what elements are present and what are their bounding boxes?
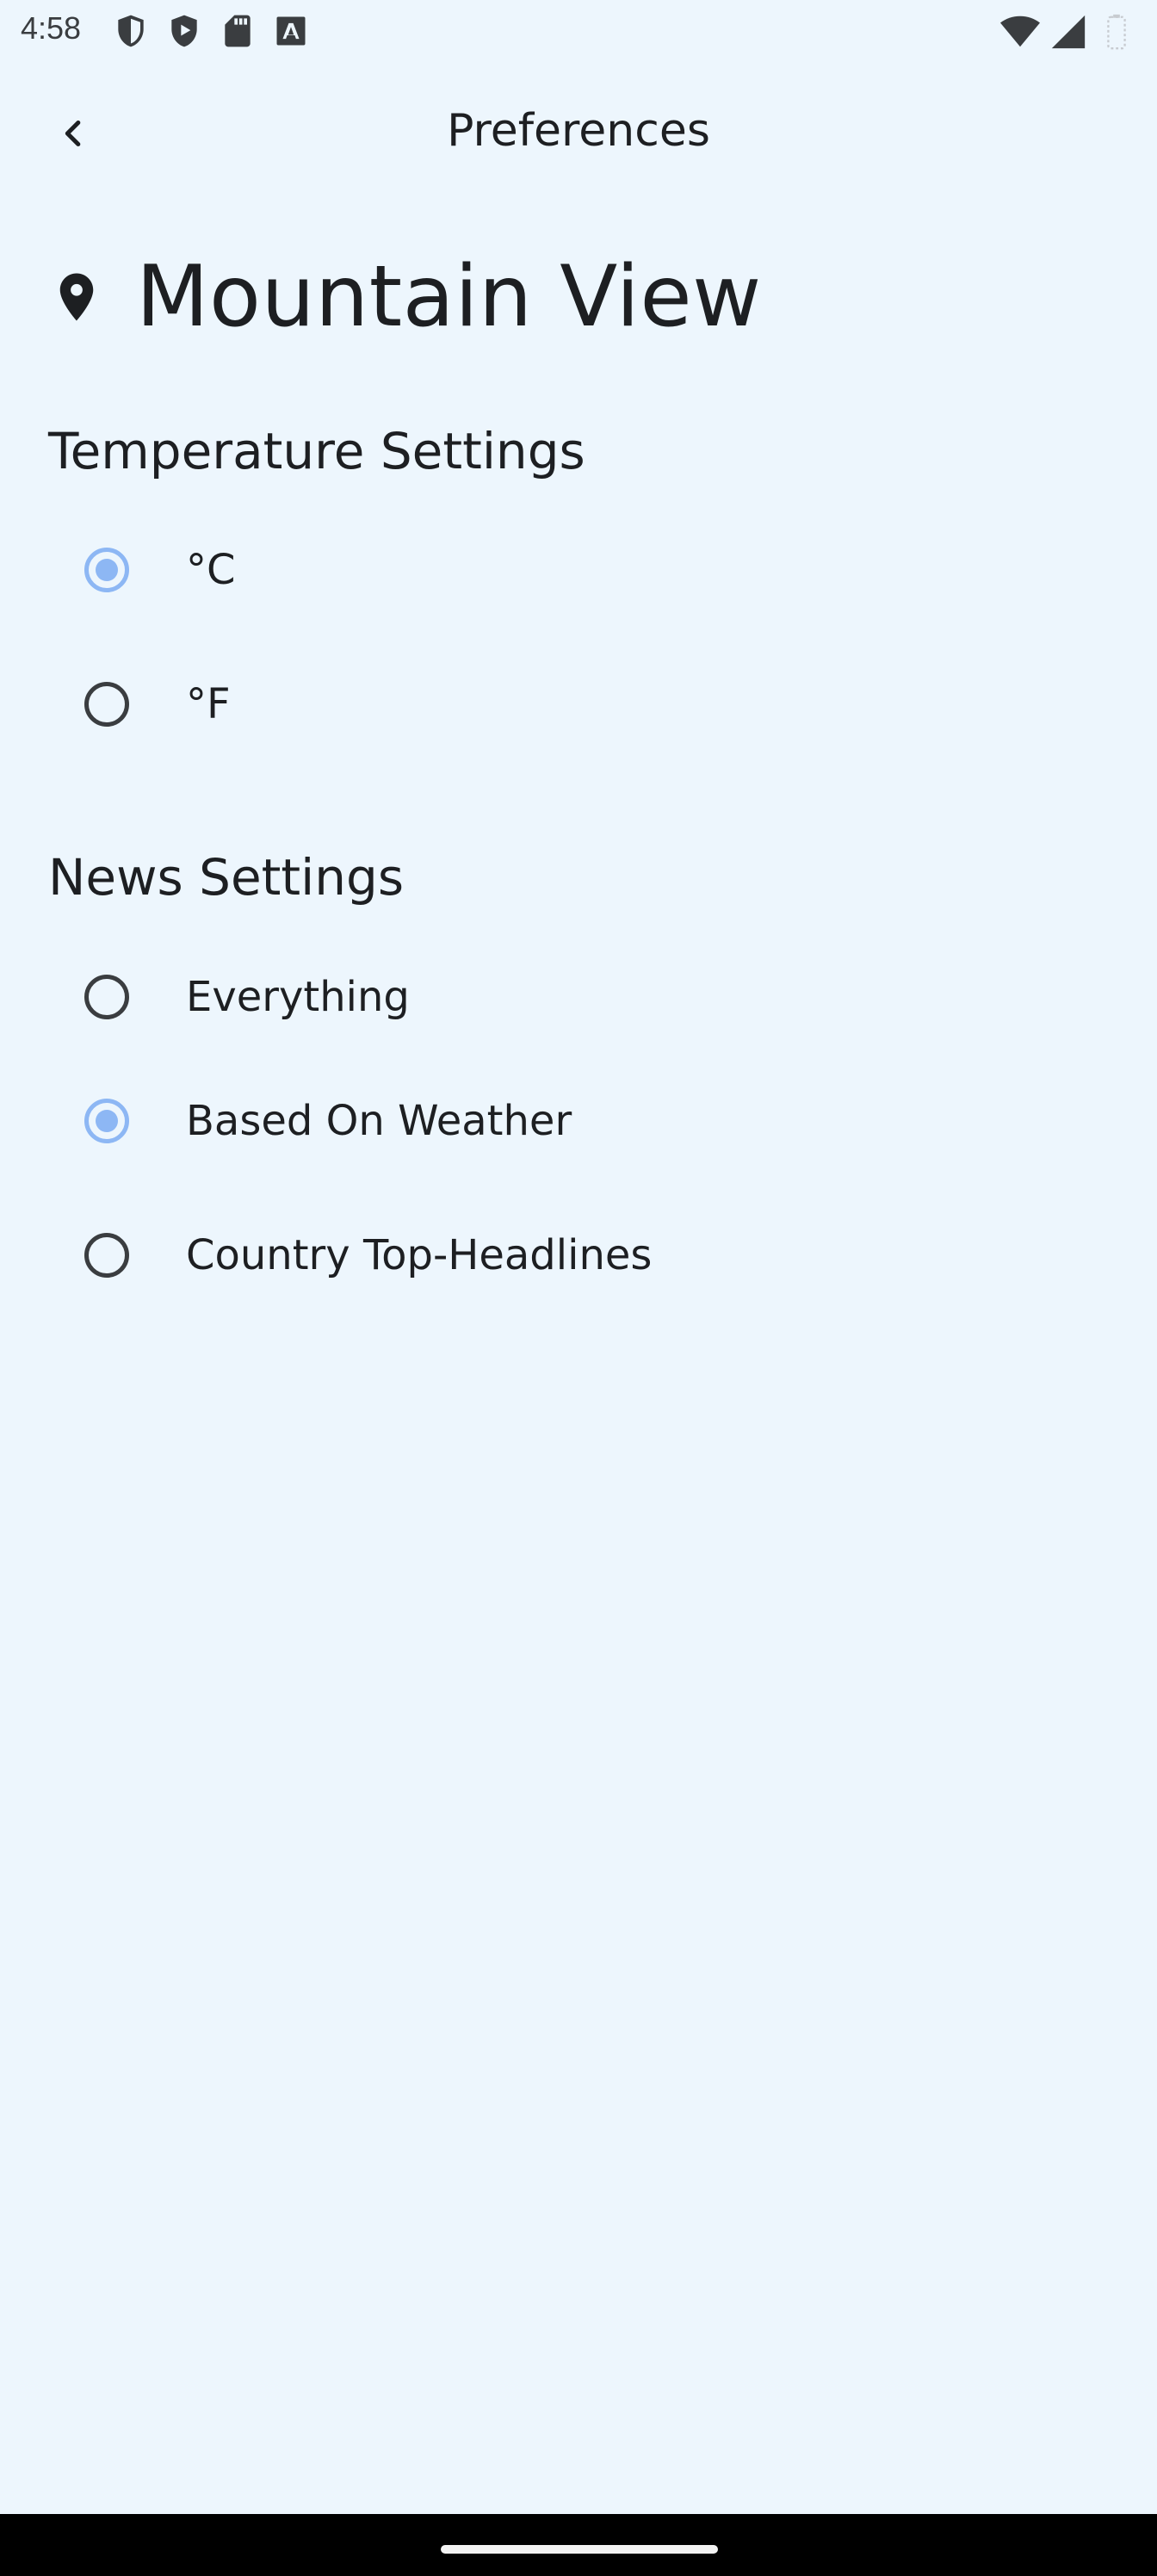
status-time: 4:58 [21, 10, 82, 46]
radio-option-celsius[interactable]: °C [84, 527, 236, 613]
status-bar: 4:58 [0, 0, 1157, 62]
font-a-icon [276, 16, 306, 46]
status-system-icons [1000, 12, 1136, 52]
radio-option-fahrenheit[interactable]: °F [84, 661, 231, 747]
radio-button-country-top-headlines[interactable] [84, 1233, 129, 1278]
radio-option-based-on-weather[interactable]: Based On Weather [84, 1078, 572, 1164]
shield-play-icon [171, 15, 197, 47]
wifi-icon [1000, 15, 1040, 47]
location-pin-icon [59, 273, 94, 321]
location-header: Mountain View [48, 248, 762, 346]
cell-signal-icon [1051, 15, 1086, 49]
radio-label-country-top-headlines: Country Top-Headlines [186, 1231, 653, 1279]
radio-button-everything[interactable] [84, 975, 129, 1019]
location-name: Mountain View [136, 248, 762, 346]
radio-label-everything: Everything [186, 973, 410, 1021]
radio-label-celsius: °C [186, 546, 236, 594]
battery-icon [1107, 14, 1126, 50]
radio-button-based-on-weather[interactable] [84, 1099, 129, 1143]
navigation-bar [0, 2514, 1157, 2576]
shield-outline-icon [118, 15, 144, 47]
status-notification-icons [112, 12, 310, 50]
radio-option-everything[interactable]: Everything [84, 954, 410, 1040]
temperature-settings-title: Temperature Settings [48, 422, 585, 480]
radio-label-fahrenheit: °F [186, 680, 231, 728]
radio-button-fahrenheit[interactable] [84, 682, 129, 727]
radio-label-based-on-weather: Based On Weather [186, 1097, 572, 1145]
radio-button-celsius[interactable] [84, 548, 129, 592]
radio-option-country-top-headlines[interactable]: Country Top-Headlines [84, 1212, 652, 1298]
news-settings-title: News Settings [48, 848, 405, 907]
page-title: Preferences [447, 105, 710, 157]
app-bar: Preferences [0, 77, 1157, 189]
home-gesture-handle[interactable] [441, 2545, 718, 2554]
sd-card-icon [225, 15, 251, 47]
